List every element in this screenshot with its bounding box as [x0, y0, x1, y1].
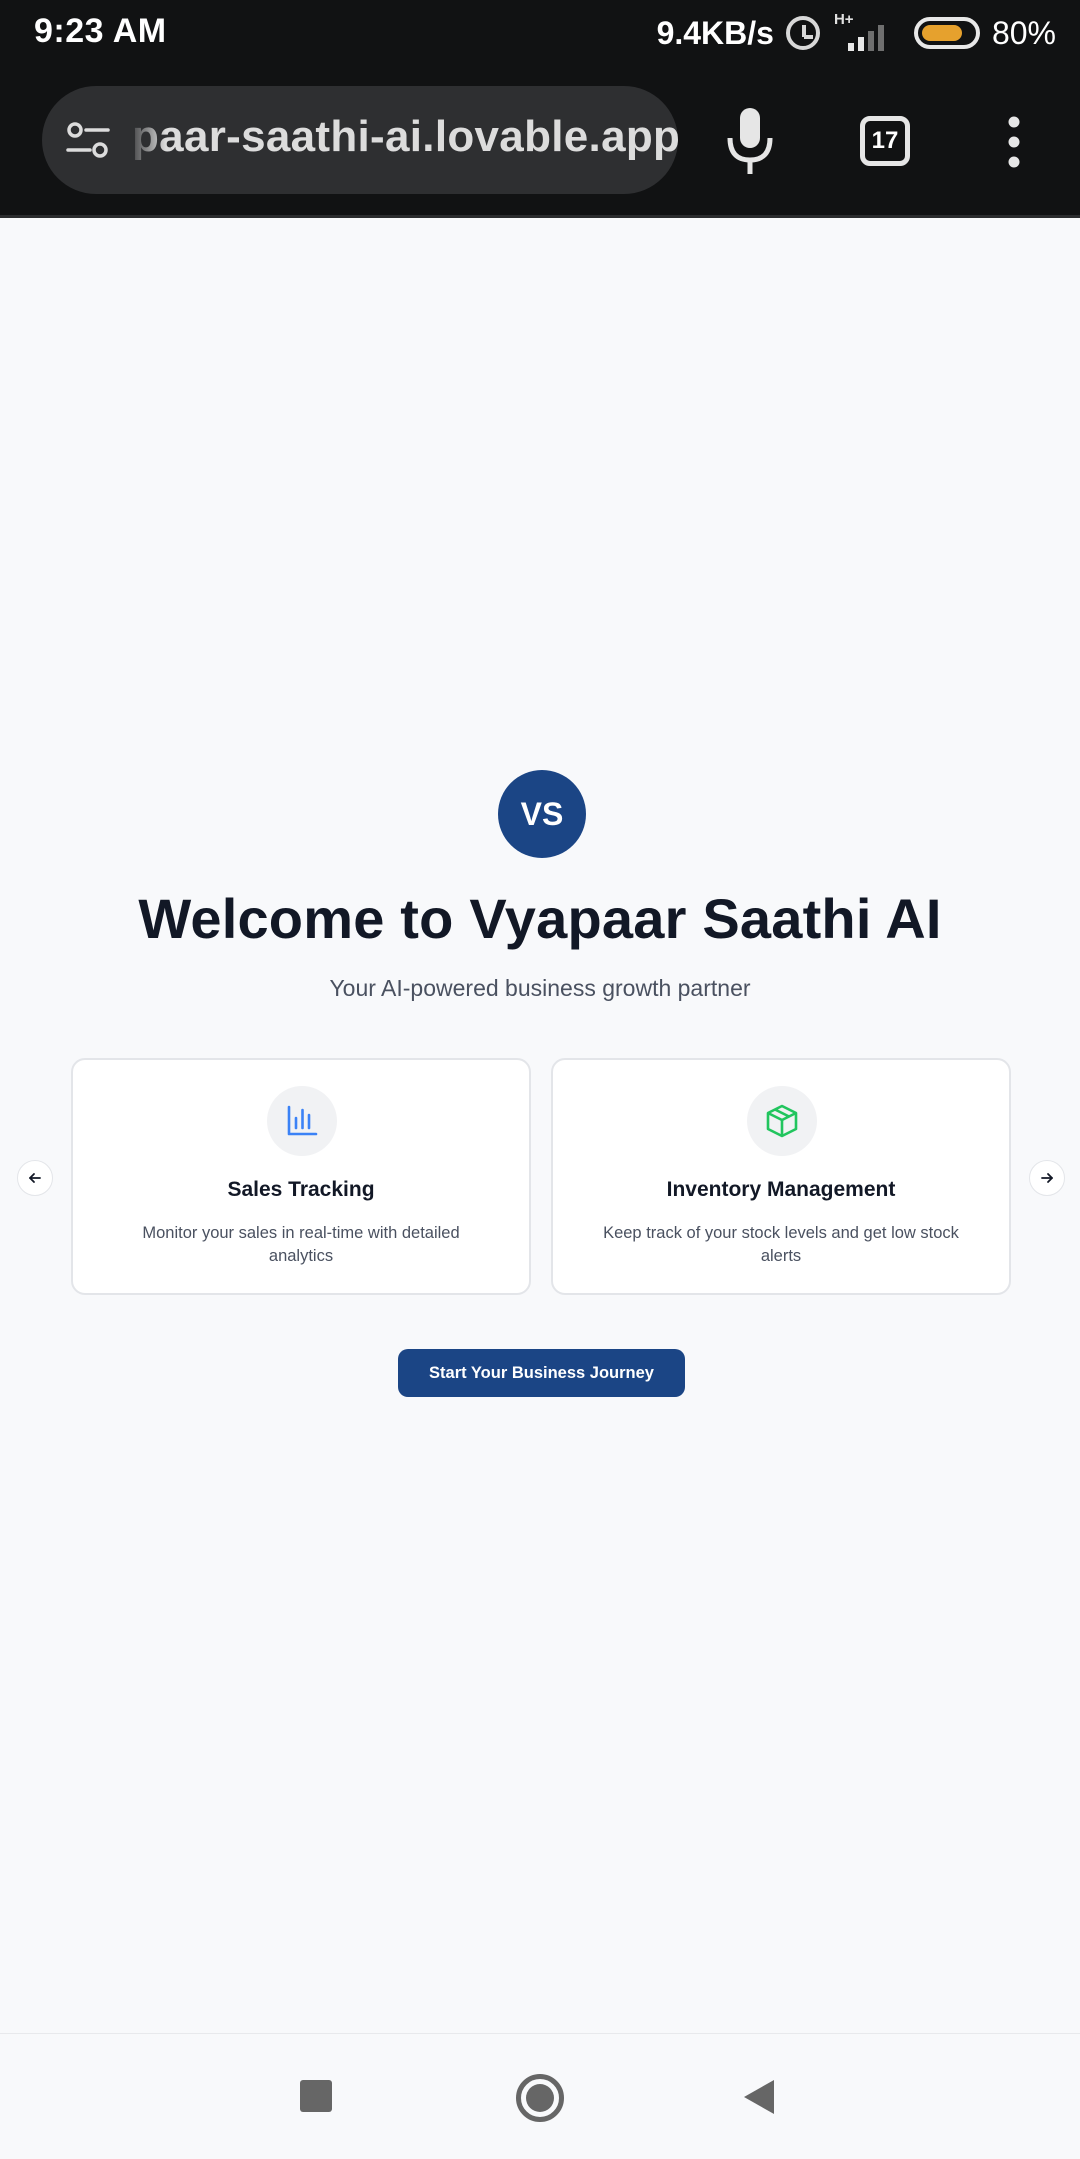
signal-icon: H+: [832, 11, 890, 55]
battery-icon: [913, 17, 980, 49]
tab-count: 17: [871, 127, 899, 154]
brand-logo: VS: [498, 770, 586, 858]
feature-description: Keep track of your stock levels and get …: [603, 1224, 959, 1265]
feature-icon-wrap: [747, 1086, 817, 1156]
feature-card-inventory-management: Inventory Management Keep track of your …: [551, 1058, 1011, 1295]
tune-icon[interactable]: [66, 120, 110, 160]
feature-title: Sales Tracking: [227, 1178, 375, 1201]
feature-title: Inventory Management: [666, 1178, 896, 1201]
recents-icon[interactable]: [300, 2080, 332, 2112]
url-text[interactable]: paar-saathi-ai.lovable.app: [132, 112, 678, 162]
carousel-next-button[interactable]: [1029, 1160, 1065, 1196]
tabs-icon[interactable]: 17: [860, 116, 910, 166]
battery-fill: [921, 25, 962, 41]
feature-card-sales-tracking: Sales Tracking Monitor your sales in rea…: [71, 1058, 531, 1295]
url-fade: [126, 86, 166, 194]
page-subtitle: Your AI-powered business growth partner: [329, 975, 751, 1001]
alarm-icon: [785, 16, 820, 50]
feature-description: Monitor your sales in real-time with det…: [142, 1224, 460, 1265]
status-indicators: 9.4KB/s H+ 80%: [657, 10, 1056, 56]
address-bar[interactable]: paar-saathi-ai.lovable.app: [42, 86, 678, 194]
home-icon[interactable]: [516, 2074, 564, 2122]
system-nav-bar: [0, 2033, 1080, 2159]
page-title: Welcome to Vyapaar Saathi AI: [138, 887, 942, 950]
browser-toolbar: paar-saathi-ai.lovable.app 17: [0, 66, 1080, 218]
bar-chart-icon: [287, 1105, 318, 1136]
battery-percent: 80%: [991, 14, 1056, 51]
feature-icon-wrap: [267, 1086, 337, 1156]
network-speed: 9.4KB/s: [656, 14, 774, 51]
status-time: 9:23 AM: [34, 12, 167, 50]
logo-text: VS: [520, 795, 564, 832]
start-journey-button[interactable]: Start Your Business Journey: [398, 1349, 685, 1397]
status-bar: 9:23 AM 9.4KB/s H+ 80%: [0, 0, 1080, 66]
arrow-right-icon: [1041, 1173, 1053, 1183]
back-icon[interactable]: [742, 2078, 776, 2116]
arrow-left-icon: [29, 1173, 41, 1183]
carousel-prev-button[interactable]: [17, 1160, 53, 1196]
more-vert-icon[interactable]: [1004, 116, 1024, 168]
package-icon: [766, 1104, 798, 1138]
mic-icon[interactable]: [722, 106, 778, 176]
